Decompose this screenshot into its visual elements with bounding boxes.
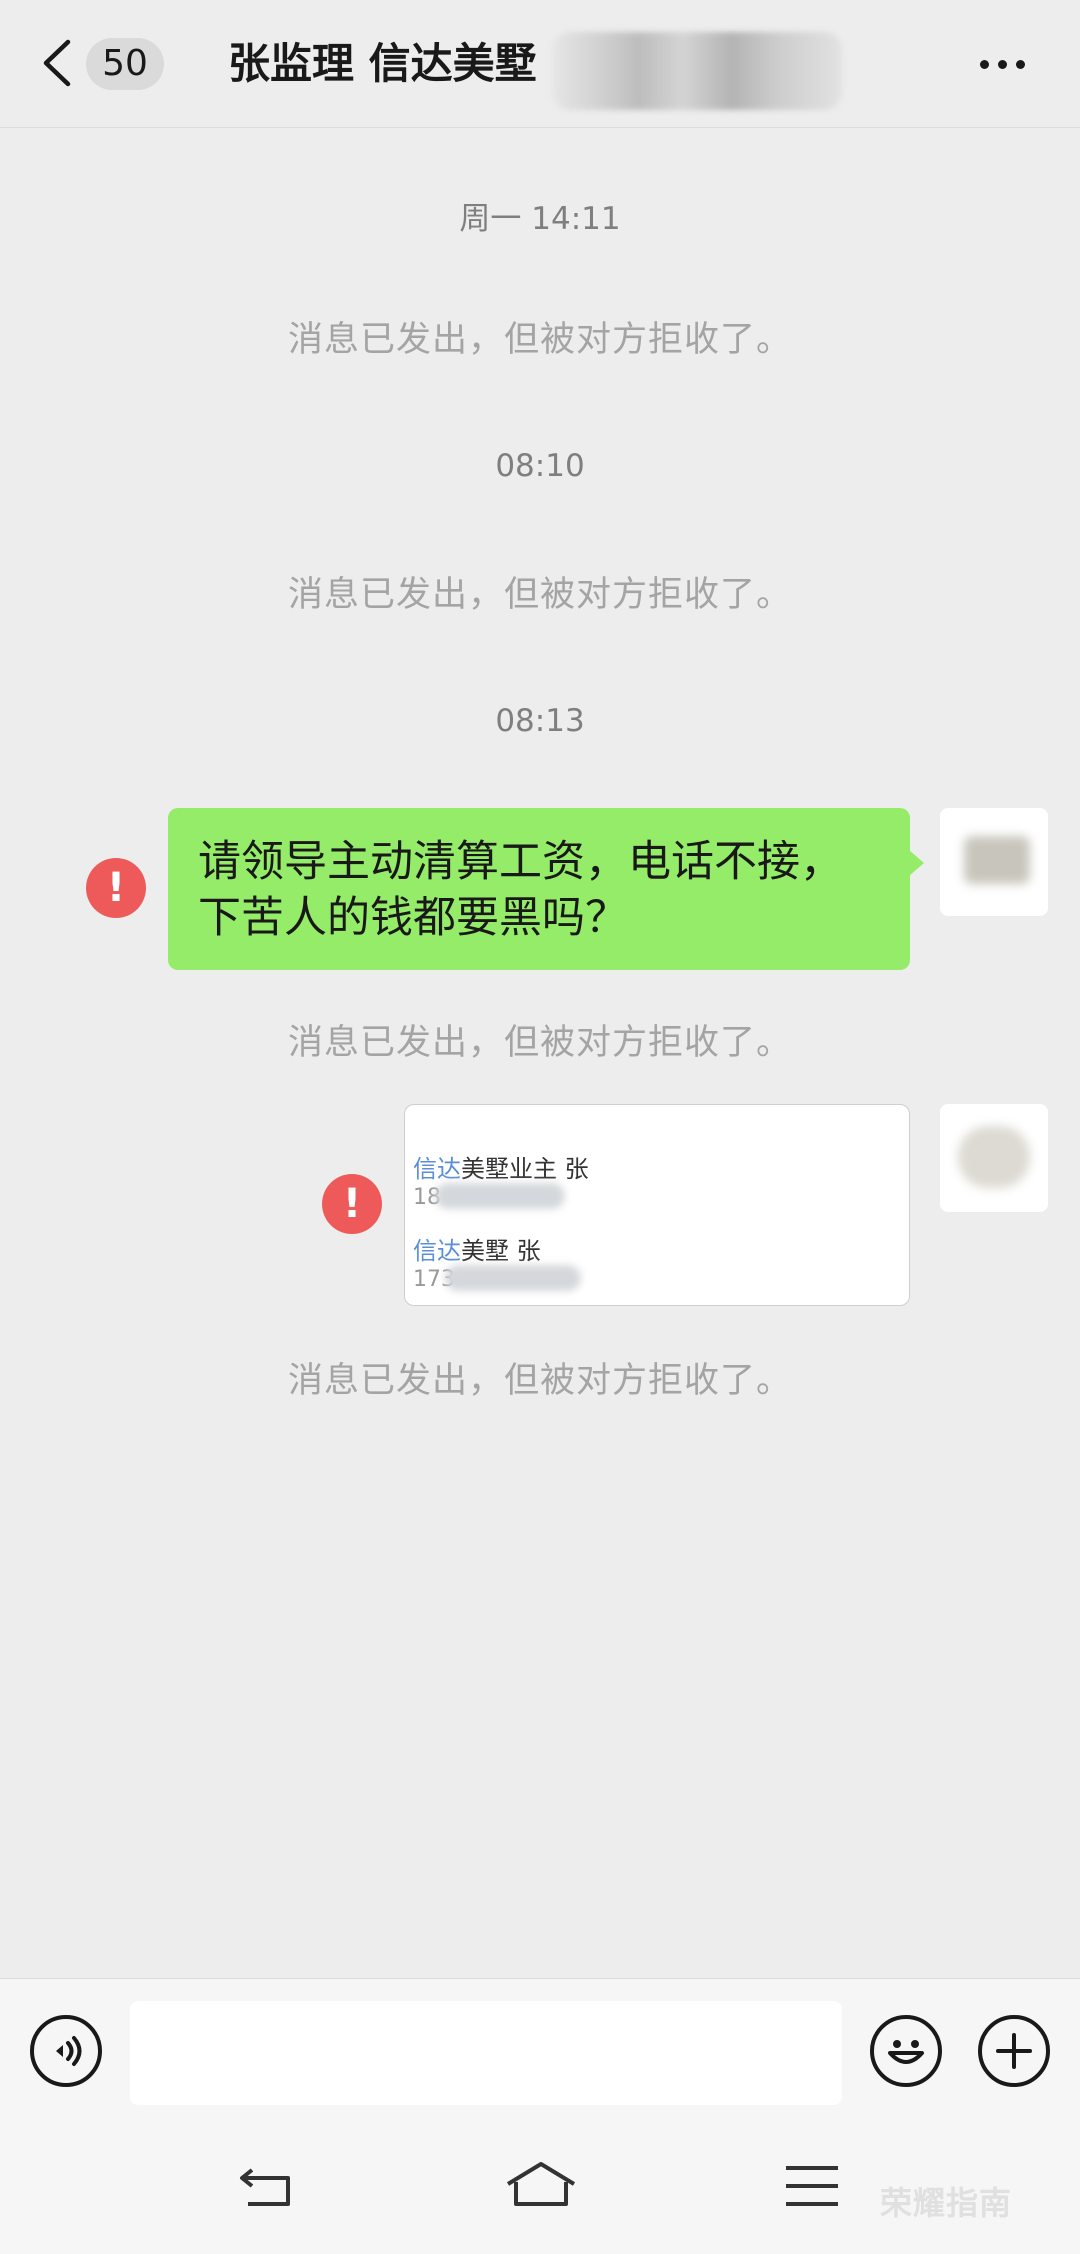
sent-text-bubble[interactable]: 请领导主动清算工资，电话不接， 下苦人的钱都要黑吗？: [168, 808, 924, 970]
title-redaction-blur: [552, 32, 842, 110]
phone-redaction-blur: [445, 1265, 581, 1291]
avatar-redaction-blur: [964, 836, 1030, 884]
bubble-text-line: 下苦人的钱都要黑吗？: [198, 893, 628, 943]
timestamp: 周一 14:11: [459, 201, 621, 237]
image-contact-line: 信达美墅业主 张: [413, 1149, 589, 1184]
send-failed-icon[interactable]: !: [322, 1174, 382, 1234]
plus-icon[interactable]: [978, 2015, 1050, 2087]
my-avatar[interactable]: [940, 808, 1048, 916]
image-contact-line: 信达美墅 张: [413, 1231, 541, 1266]
my-avatar[interactable]: [940, 1104, 1048, 1212]
sent-image-message[interactable]: 信达美墅业主 张 18 信达美墅 张 173: [404, 1104, 910, 1306]
chat-input-bar: [0, 1978, 1080, 2120]
message-input[interactable]: [130, 2001, 842, 2105]
contact-highlight: 信达: [413, 1155, 461, 1183]
timestamp: 08:10: [495, 448, 585, 484]
contact-name: 美墅 张: [461, 1237, 541, 1265]
voice-icon[interactable]: [30, 2015, 102, 2087]
nav-back-icon[interactable]: [236, 2156, 300, 2216]
nav-home-icon[interactable]: [504, 2156, 578, 2216]
send-failed-icon[interactable]: !: [86, 858, 146, 918]
system-message-rejected: 消息已发出，但被对方拒收了。: [287, 320, 792, 360]
more-dots-icon[interactable]: [976, 52, 1030, 76]
emoji-icon[interactable]: [870, 2015, 942, 2087]
nav-menu-icon[interactable]: [780, 2156, 844, 2216]
phone-redaction-blur: [435, 1183, 565, 1209]
contact-highlight: 信达: [413, 1237, 461, 1265]
chat-title: 张监理 信达美墅: [228, 39, 537, 88]
system-message-rejected: 消息已发出，但被对方拒收了。: [287, 575, 792, 615]
unread-count-badge[interactable]: 50: [86, 38, 164, 90]
bubble-text-line: 请领导主动清算工资，电话不接，: [198, 837, 843, 887]
watermark: 荣耀指南: [880, 2184, 1013, 2222]
contact-name: 美墅业主 张: [461, 1155, 589, 1183]
avatar-redaction-blur: [958, 1126, 1030, 1188]
timestamp: 08:13: [495, 703, 585, 739]
system-message-rejected: 消息已发出，但被对方拒收了。: [287, 1023, 792, 1063]
system-message-rejected: 消息已发出，但被对方拒收了。: [287, 1361, 792, 1401]
chat-header: 50 张监理 信达美墅: [0, 0, 1080, 128]
back-chevron-icon[interactable]: [40, 38, 74, 88]
